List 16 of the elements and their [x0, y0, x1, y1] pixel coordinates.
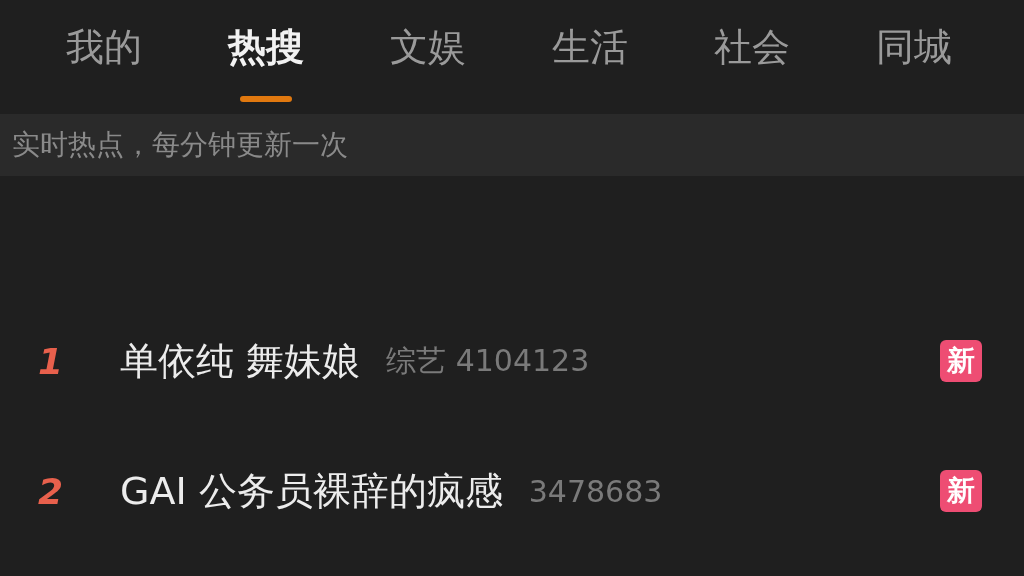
- rank-number: 1: [38, 340, 65, 382]
- trending-meta: 综艺 4104123: [386, 341, 590, 380]
- tab[interactable]: 生活: [552, 22, 628, 88]
- new-badge: 新: [940, 470, 982, 512]
- trending-title[interactable]: GAI 公务员裸辞的疯感: [120, 465, 503, 517]
- tab[interactable]: 同城: [876, 22, 952, 88]
- tab[interactable]: 热搜: [228, 22, 304, 88]
- rank-number: 2: [38, 470, 65, 512]
- active-tab-indicator: [240, 96, 292, 102]
- trending-title[interactable]: 单依纯 舞妹娘: [120, 335, 361, 387]
- new-badge: 新: [940, 340, 982, 382]
- trending-meta: 3478683: [528, 473, 663, 509]
- tab[interactable]: 我的: [66, 22, 142, 88]
- tab[interactable]: 文娱: [390, 22, 466, 88]
- notice-text: 实时热点，每分钟更新一次: [12, 127, 348, 163]
- tab[interactable]: 社会: [714, 22, 790, 88]
